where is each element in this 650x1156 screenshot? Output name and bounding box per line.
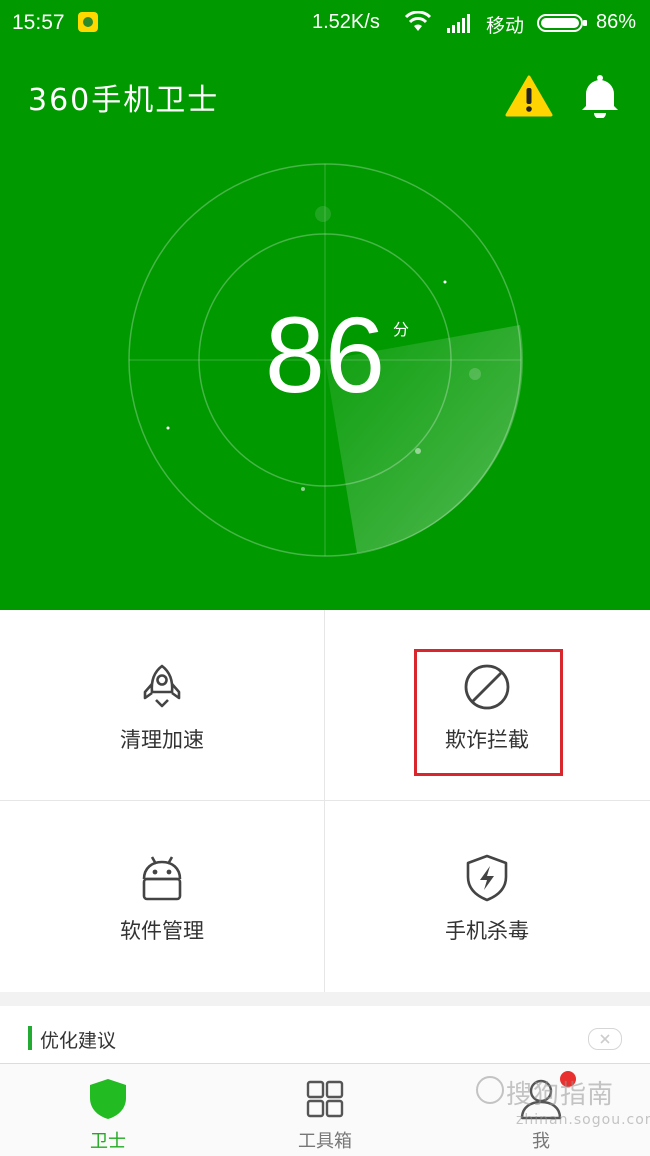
block-icon — [464, 664, 510, 710]
feature-antivirus[interactable]: 手机杀毒 — [325, 801, 649, 991]
feature-label: 软件管理 — [120, 919, 204, 943]
feature-fraud-block[interactable]: 欺诈拦截 — [325, 610, 649, 800]
close-button[interactable] — [588, 1028, 622, 1050]
feature-clean-speed[interactable]: 清理加速 — [0, 610, 324, 800]
security-header: 360手机卫士 86 分 — [0, 46, 650, 610]
android-icon — [142, 856, 182, 901]
nav-item-guard[interactable]: 卫士 — [0, 1064, 216, 1156]
feature-label: 手机杀毒 — [445, 919, 529, 943]
close-icon — [600, 1034, 610, 1044]
nav-label: 卫士 — [90, 1131, 126, 1152]
score-value: 86 — [264, 294, 386, 415]
security-score[interactable]: 86 分 — [125, 300, 525, 410]
section-title: 优化建议 — [40, 1030, 117, 1052]
score-unit: 分 — [393, 320, 410, 339]
network-speed: 1.52K/s — [312, 11, 380, 33]
nav-label: 工具箱 — [298, 1131, 352, 1152]
warning-button[interactable] — [505, 74, 553, 118]
shield-bolt-icon — [466, 854, 508, 902]
app-title: 360手机卫士 — [28, 83, 220, 118]
optimization-suggestion[interactable]: 优化建议 — [0, 1006, 650, 1064]
notification-badge — [560, 1071, 576, 1087]
battery-icon — [537, 14, 587, 32]
nav-item-me[interactable]: 我 — [433, 1064, 649, 1156]
nav-label: 我 — [532, 1131, 550, 1152]
rocket-icon — [143, 664, 181, 708]
carrier-name: 移动 — [486, 15, 525, 37]
feature-label: 清理加速 — [120, 728, 204, 752]
grid-icon — [306, 1080, 344, 1118]
feature-label: 欺诈拦截 — [445, 728, 529, 752]
user-icon — [520, 1079, 562, 1120]
warning-icon — [505, 75, 553, 117]
status-time: 15:57 — [12, 11, 65, 34]
app-notification-icon — [78, 12, 98, 32]
notification-button[interactable] — [578, 72, 622, 119]
wifi-icon — [404, 11, 432, 31]
feature-grid: 清理加速 欺诈拦截 软件管理 手机杀毒 — [0, 610, 650, 992]
signal-icon — [447, 14, 470, 33]
shield-icon — [90, 1079, 126, 1119]
battery-percent: 86% — [596, 11, 637, 33]
bell-icon — [582, 75, 618, 119]
nav-item-toolbox[interactable]: 工具箱 — [217, 1064, 433, 1156]
bottom-nav: 卫士 工具箱 我 — [0, 1063, 650, 1156]
section-accent-bar — [28, 1026, 32, 1050]
status-bar: 15:57 1.52K/s 移动 86% — [0, 0, 650, 46]
feature-app-manager[interactable]: 软件管理 — [0, 801, 324, 991]
